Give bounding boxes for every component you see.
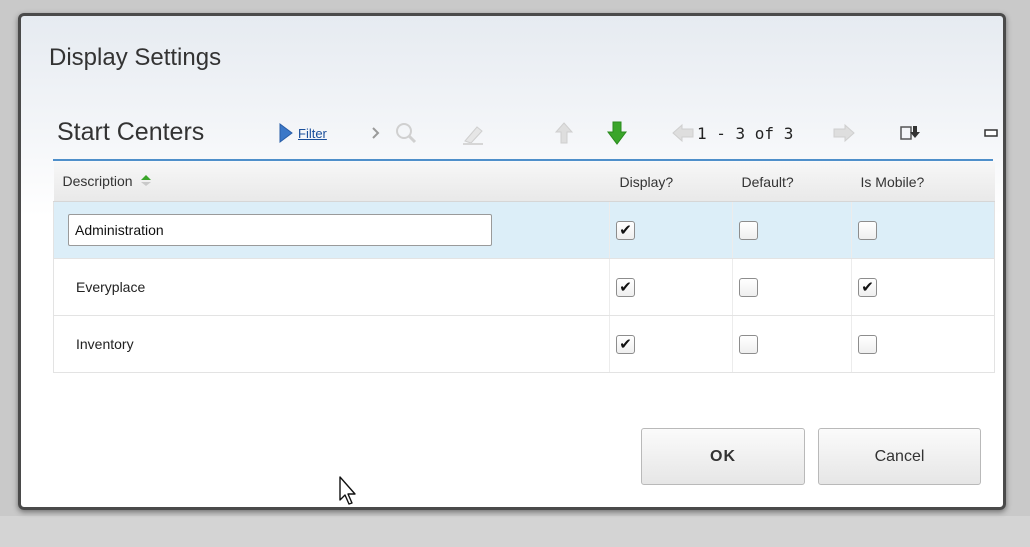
arrow-down-icon[interactable] (606, 120, 628, 146)
is-mobile-cell (851, 315, 995, 373)
clear-eraser-icon[interactable] (461, 120, 487, 146)
section-divider (53, 159, 993, 161)
display-settings-dialog: Display Settings Start Centers Filter 1 … (18, 13, 1006, 510)
default-cell (732, 201, 852, 259)
description-cell: Inventory (53, 315, 610, 373)
is-mobile-cell: ✔ (851, 258, 995, 316)
display-checkbox[interactable]: ✔ (616, 277, 635, 297)
ok-button[interactable]: OK (641, 428, 805, 485)
next-page-arrow-icon[interactable] (832, 120, 856, 146)
filter-link[interactable]: Filter (298, 126, 327, 141)
display-checkbox[interactable]: ✔ (616, 220, 635, 240)
is-mobile-checkbox[interactable]: ✔ (858, 277, 877, 297)
cancel-button[interactable]: Cancel (818, 428, 981, 485)
pager-text: 1 - 3 of 3 (697, 123, 794, 143)
column-header-label: Description (62, 172, 133, 189)
sort-ascending-icon[interactable] (140, 173, 152, 190)
prev-page-arrow-icon[interactable] (671, 120, 695, 146)
chevron-right-icon[interactable] (371, 120, 381, 146)
description-cell: Everyplace (53, 258, 610, 316)
default-checkbox[interactable] (739, 334, 758, 354)
description-text: Inventory (76, 336, 134, 352)
background-panel (0, 516, 1030, 547)
table-row[interactable]: Inventory ✔ (53, 315, 995, 373)
mouse-pointer-icon (338, 476, 360, 511)
minimize-icon[interactable] (984, 120, 998, 146)
table-header-row: Description Display? Default? Is Mobile? (53, 162, 995, 202)
download-icon[interactable] (900, 120, 922, 146)
description-cell (53, 201, 610, 259)
table-row[interactable]: ✔ (53, 201, 995, 259)
column-header-is-mobile[interactable]: Is Mobile? (851, 162, 995, 202)
dialog-title: Display Settings (49, 44, 222, 71)
display-cell: ✔ (609, 201, 733, 259)
display-checkbox[interactable]: ✔ (616, 334, 635, 354)
description-text: Everyplace (76, 279, 146, 295)
arrow-up-icon[interactable] (554, 120, 574, 146)
is-mobile-checkbox[interactable] (858, 220, 877, 240)
table-row[interactable]: Everyplace ✔ ✔ (53, 258, 995, 316)
section-title: Start Centers (57, 118, 205, 146)
default-cell (732, 315, 852, 373)
search-icon[interactable] (394, 120, 418, 146)
display-cell: ✔ (609, 258, 733, 316)
is-mobile-checkbox[interactable] (858, 334, 877, 354)
display-cell: ✔ (609, 315, 733, 373)
column-header-default[interactable]: Default? (732, 162, 852, 202)
column-header-description[interactable]: Description (53, 162, 610, 202)
filter-triangle-icon[interactable] (279, 120, 293, 146)
default-checkbox[interactable] (739, 277, 758, 297)
default-checkbox[interactable] (739, 220, 758, 240)
default-cell (732, 258, 852, 316)
description-input[interactable] (68, 214, 492, 246)
start-centers-table: Description Display? Default? Is Mobile?… (53, 162, 995, 373)
column-header-display[interactable]: Display? (609, 162, 733, 202)
is-mobile-cell (851, 201, 995, 259)
table-toolbar: Filter 1 - 3 of 3 (276, 120, 998, 146)
